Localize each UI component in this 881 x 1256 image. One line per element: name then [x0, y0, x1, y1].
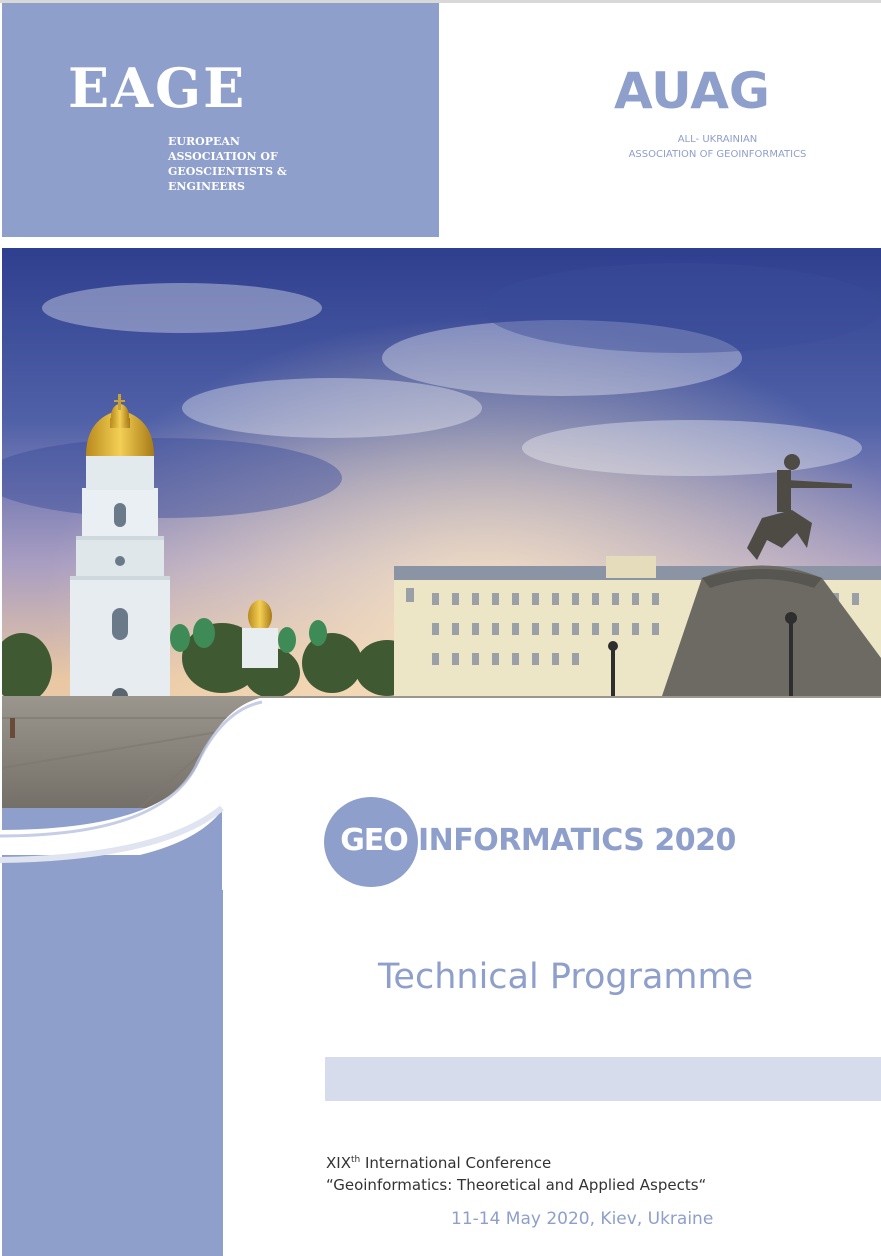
- auag-logo-text: AUAG: [614, 62, 770, 120]
- eage-logo-panel: EAGE EUROPEAN ASSOCIATION OF GEOSCIENTIS…: [2, 3, 439, 237]
- geo-logo-text: INFORMATICS 2020: [418, 823, 736, 858]
- conference-date-place: 11-14 May 2020, Kiev, Ukraine: [451, 1209, 714, 1229]
- title-accent-bar: [325, 1057, 881, 1101]
- auag-subtitle: ALL- UKRAINIAN ASSOCIATION OF GEOINFORMA…: [590, 132, 845, 162]
- geo-logo-circle-text: GEO: [340, 823, 409, 858]
- cover-page: EAGE EUROPEAN ASSOCIATION OF GEOSCIENTIS…: [0, 0, 881, 1256]
- conference-name: “Geoinformatics: Theoretical and Applied…: [326, 1176, 707, 1194]
- conference-edition-line: XIXth International Conference: [326, 1153, 551, 1173]
- eage-logo-text: EAGE: [68, 56, 247, 120]
- conference-type: International Conference: [360, 1154, 552, 1172]
- document-title: Technical Programme: [378, 957, 754, 997]
- auag-subtitle-line1: ALL- UKRAINIAN: [677, 134, 758, 145]
- conference-edition-suffix: th: [350, 1155, 361, 1165]
- auag-subtitle-line2: ASSOCIATION OF GEOINFORMATICS: [628, 149, 807, 160]
- eage-subtitle: EUROPEAN ASSOCIATION OF GEOSCIENTISTS & …: [168, 135, 287, 193]
- conference-edition: XIX: [326, 1154, 351, 1172]
